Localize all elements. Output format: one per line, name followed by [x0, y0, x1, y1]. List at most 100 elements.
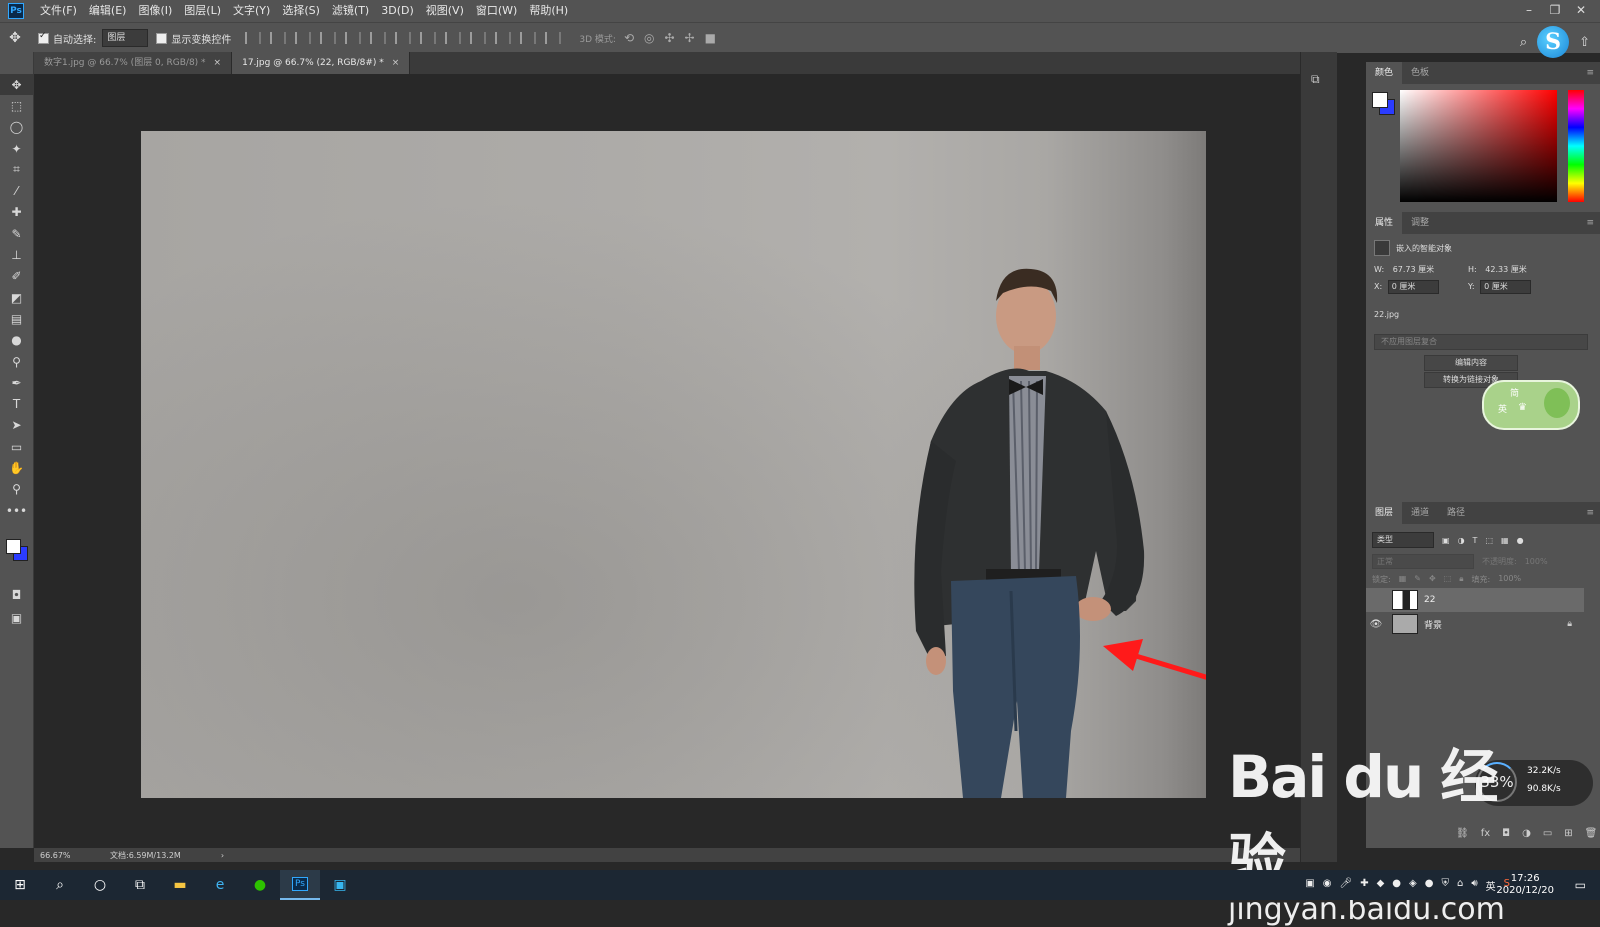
layer-row-22[interactable]: 22 — [1366, 588, 1584, 612]
align-hcenter-icon[interactable] — [345, 32, 362, 44]
status-menu-arrow-icon[interactable]: › — [221, 851, 224, 860]
photoshop-taskbar-icon[interactable]: Ps — [280, 870, 320, 900]
dodge-tool-icon[interactable]: ⚲ — [0, 351, 33, 372]
notification-icon[interactable]: ▭ — [1575, 878, 1586, 892]
menu-help[interactable]: 帮助(H) — [523, 0, 574, 22]
distribute-top-icon[interactable] — [395, 32, 412, 44]
ime-indicator[interactable]: 英 — [1486, 878, 1496, 893]
foreground-color-swatch[interactable] — [6, 539, 21, 554]
menu-select[interactable]: 选择(S) — [276, 0, 326, 22]
close-window-button[interactable]: ✕ — [1568, 0, 1594, 20]
move-tool-icon[interactable]: ✥ — [0, 74, 33, 96]
wechat-icon[interactable]: ● — [240, 870, 280, 900]
task-view-icon[interactable]: ⧉ — [120, 870, 160, 900]
align-vcenter-icon[interactable] — [270, 32, 287, 44]
filter-type-icon[interactable]: T — [1473, 536, 1478, 545]
volume-icon[interactable]: 🔊︎ — [1471, 878, 1477, 893]
history-icon[interactable]: ⧉ — [1311, 72, 1327, 88]
panel-menu-icon[interactable]: ≡ — [1577, 212, 1600, 234]
hand-tool-icon[interactable]: ✋ — [0, 457, 33, 478]
lock-all-icon[interactable]: 🔒︎ — [1459, 574, 1463, 585]
sogou-logo-icon[interactable]: S — [1537, 26, 1570, 58]
tray-icon[interactable]: ✚ — [1360, 878, 1368, 893]
distribute-right-icon[interactable] — [520, 32, 537, 44]
move-tool-icon[interactable]: ✥ — [0, 30, 30, 46]
layer-comp-select[interactable]: 不应用图层复合 — [1374, 334, 1588, 350]
restore-button[interactable]: ❐ — [1542, 0, 1568, 20]
y-field[interactable]: 0 厘米 — [1480, 280, 1532, 294]
width-value[interactable]: 67.73 厘米 — [1393, 265, 1434, 274]
tray-icon[interactable]: ◉ — [1323, 878, 1332, 893]
tab-properties[interactable]: 属性 — [1366, 212, 1403, 234]
wechat-tray-icon[interactable]: ● — [1425, 878, 1434, 893]
app-icon[interactable]: ▣ — [320, 870, 360, 900]
search-icon[interactable]: ⌕ — [40, 870, 80, 900]
menu-file[interactable]: 文件(F) — [34, 0, 83, 22]
distribute-vcenter-icon[interactable] — [420, 32, 437, 44]
minimize-button[interactable]: – — [1516, 0, 1542, 20]
filter-toggle-icon[interactable]: ● — [1517, 536, 1524, 545]
layer-filter-select[interactable]: 类型 — [1372, 532, 1434, 548]
zoom-tool-icon[interactable]: ⚲ — [0, 479, 33, 500]
opacity-value[interactable]: 100% — [1525, 557, 1548, 566]
blur-tool-icon[interactable]: ● — [0, 330, 33, 351]
menu-window[interactable]: 窗口(W) — [470, 0, 523, 22]
tray-icon[interactable]: ◈ — [1409, 878, 1417, 893]
share-icon[interactable]: ⇧ — [1579, 35, 1590, 50]
history-brush-tool-icon[interactable]: ✐ — [0, 266, 33, 287]
lock-paint-icon[interactable]: ✎ — [1414, 574, 1421, 585]
layer-name[interactable]: 22 — [1424, 595, 1435, 605]
marquee-tool-icon[interactable]: ⬚ — [0, 95, 33, 116]
align-right-icon[interactable] — [370, 32, 387, 44]
tab-document-1[interactable]: 数字1.jpg @ 66.7% (图层 0, RGB/8) * × — [34, 52, 233, 74]
3d-pan-icon[interactable]: ✣ — [664, 31, 674, 45]
align-left-icon[interactable] — [320, 32, 337, 44]
eraser-tool-icon[interactable]: ◩ — [0, 287, 33, 308]
tab-swatches[interactable]: 色板 — [1402, 62, 1438, 84]
cortana-icon[interactable]: ○ — [80, 870, 120, 900]
lock-transparent-icon[interactable]: ▦ — [1399, 574, 1407, 585]
pen-tool-icon[interactable]: ✒ — [0, 372, 33, 393]
eyedropper-tool-icon[interactable]: ⁄ — [0, 180, 33, 201]
start-button-icon[interactable]: ⊞ — [0, 870, 40, 900]
filter-shape-icon[interactable]: ⬚ — [1485, 536, 1493, 545]
panel-menu-icon[interactable]: ≡ — [1577, 502, 1600, 524]
screen-mode-icon[interactable]: ▣ — [0, 607, 33, 628]
file-explorer-icon[interactable]: ▬ — [160, 870, 200, 900]
tray-icon[interactable]: ▣ — [1305, 878, 1314, 893]
hue-slider[interactable] — [1568, 90, 1584, 202]
menu-view[interactable]: 视图(V) — [420, 0, 470, 22]
fill-value[interactable]: 100% — [1498, 574, 1521, 585]
healing-brush-tool-icon[interactable]: ✚ — [0, 202, 33, 223]
auto-select-checkbox[interactable] — [38, 31, 49, 44]
brush-tool-icon[interactable]: ✎ — [0, 223, 33, 244]
tab-channels[interactable]: 通道 — [1402, 502, 1438, 524]
quick-mask-icon[interactable]: ◘ — [0, 584, 33, 605]
3d-scale-icon[interactable]: ■ — [705, 31, 716, 45]
auto-align-icon[interactable] — [545, 32, 562, 44]
lock-artboard-icon[interactable]: ⬚ — [1444, 574, 1452, 585]
layer-row-background[interactable]: 👁︎ 背景 🔒︎ — [1366, 612, 1584, 636]
align-bottom-icon[interactable] — [295, 32, 312, 44]
clock[interactable]: 17:26 2020/12/20 — [1496, 873, 1554, 897]
photoshop-logo-icon[interactable]: Ps — [8, 3, 24, 19]
tab-layers[interactable]: 图层 — [1366, 502, 1403, 524]
close-icon[interactable]: × — [214, 58, 222, 68]
tab-document-2[interactable]: 17.jpg @ 66.7% (22, RGB/8#) * × — [232, 52, 411, 74]
distribute-bottom-icon[interactable] — [445, 32, 462, 44]
menu-type[interactable]: 文字(Y) — [227, 0, 276, 22]
height-value[interactable]: 42.33 厘米 — [1485, 265, 1526, 274]
tab-paths[interactable]: 路径 — [1438, 502, 1474, 524]
lock-position-icon[interactable]: ✥ — [1429, 574, 1436, 585]
new-group-icon[interactable]: ▭ — [1543, 828, 1552, 839]
filter-adjustment-icon[interactable]: ◑ — [1458, 536, 1465, 545]
filter-smart-object-icon[interactable]: ▦ — [1501, 536, 1509, 545]
edge-browser-icon[interactable]: e — [200, 870, 240, 900]
rectangle-tool-icon[interactable]: ▭ — [0, 436, 33, 457]
distribute-hcenter-icon[interactable] — [495, 32, 512, 44]
search-icon[interactable]: ⌕ — [1520, 35, 1527, 50]
type-tool-icon[interactable]: T — [0, 393, 33, 414]
path-selection-tool-icon[interactable]: ➤ — [0, 415, 33, 436]
3d-rotate-icon[interactable]: ⟲ — [624, 31, 634, 45]
microphone-icon[interactable]: 🎤︎ — [1340, 878, 1353, 893]
